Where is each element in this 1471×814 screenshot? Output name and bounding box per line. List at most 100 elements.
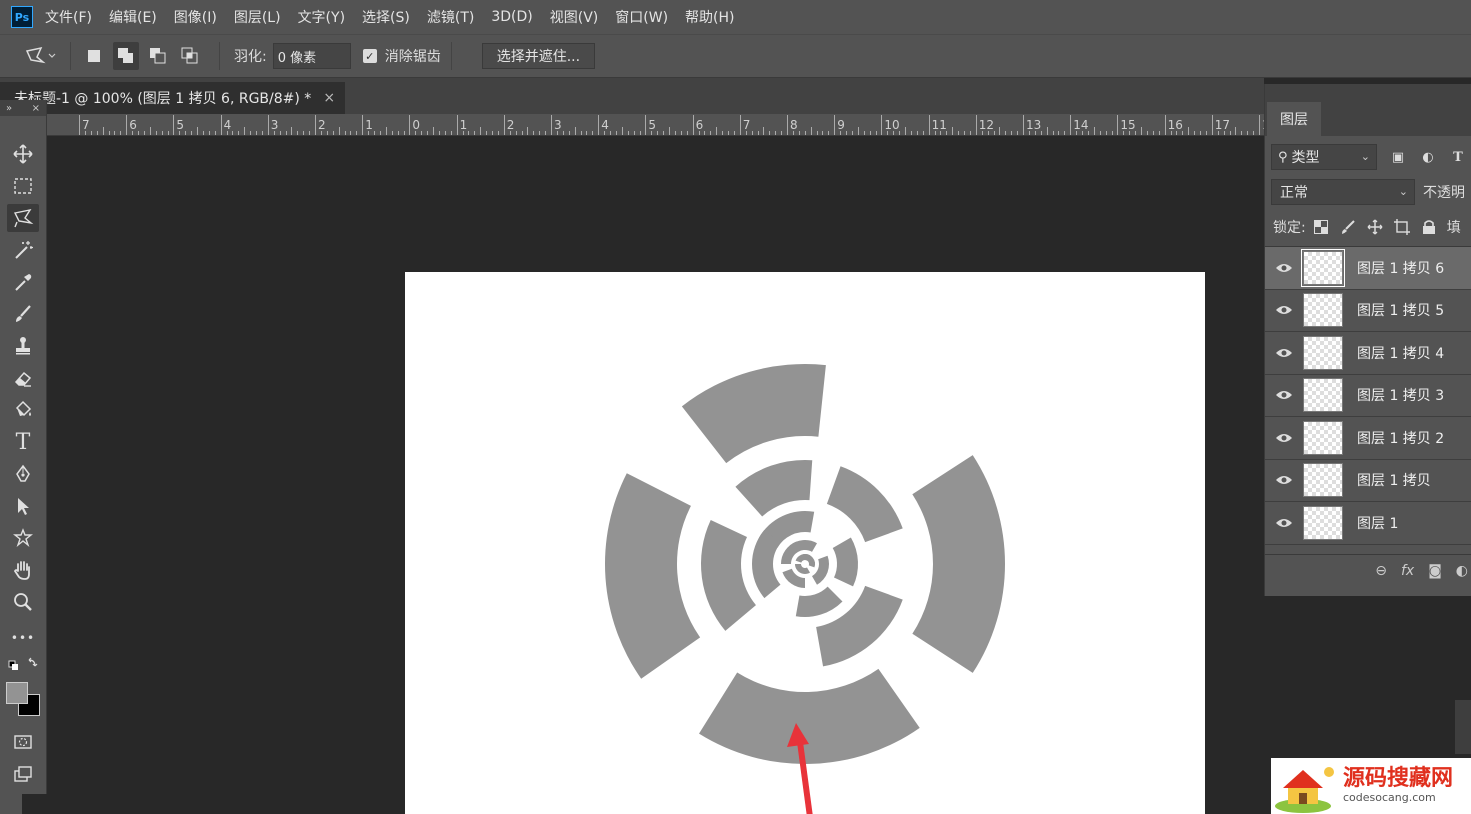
ruler-major-tick <box>79 115 80 135</box>
magic-wand-tool[interactable] <box>7 236 39 264</box>
layer-thumbnail <box>1303 335 1343 370</box>
spiral-segment <box>795 554 810 563</box>
foreground-color-swatch[interactable] <box>6 682 28 704</box>
layer-row[interactable]: 图层 1 <box>1265 502 1471 545</box>
default-colors-button[interactable] <box>7 656 39 674</box>
menu-type[interactable]: 文字(Y) <box>298 7 345 27</box>
adjustment-filter-icon[interactable]: ◐ <box>1419 148 1437 166</box>
zoom-tool[interactable] <box>7 588 39 616</box>
link-layers-icon[interactable]: ⊖ <box>1375 563 1387 579</box>
ruler-minor-tick <box>120 131 122 135</box>
ruler-minor-tick <box>138 131 139 135</box>
layer-row[interactable]: 图层 1 拷贝 6 <box>1265 247 1471 290</box>
more-tools-button[interactable]: ••• <box>7 624 39 652</box>
ruler-minor-tick <box>1052 131 1054 135</box>
ruler-minor-tick <box>1046 127 1048 135</box>
menu-help[interactable]: 帮助(H) <box>685 7 734 27</box>
ruler-label: 9 <box>837 118 845 132</box>
ruler-minor-tick <box>226 131 228 135</box>
layer-row[interactable]: 图层 1 拷贝 3 <box>1265 375 1471 417</box>
ruler-minor-tick <box>108 131 110 135</box>
screen-mode-button[interactable] <box>7 760 39 788</box>
ruler-minor-tick <box>1123 131 1125 135</box>
eyedropper-tool[interactable] <box>7 268 39 296</box>
lock-transparency-icon[interactable] <box>1312 218 1330 236</box>
visibility-eye-icon[interactable] <box>1265 432 1303 444</box>
marquee-tool[interactable] <box>7 172 39 200</box>
add-mask-icon[interactable]: ◙ <box>1428 563 1442 579</box>
ruler-minor-tick <box>379 131 381 135</box>
layers-tab[interactable]: 图层 <box>1267 102 1321 136</box>
menu-window[interactable]: 窗口(W) <box>615 7 668 27</box>
custom-shape-tool[interactable] <box>7 524 39 552</box>
paint-bucket-tool[interactable] <box>7 396 39 424</box>
blend-mode-dropdown[interactable]: 正常 ⌄ <box>1271 179 1415 205</box>
menu-file[interactable]: 文件(F) <box>45 7 92 27</box>
pen-tool[interactable] <box>7 460 39 488</box>
lock-position-icon[interactable] <box>1366 218 1384 236</box>
brush-tool[interactable] <box>7 300 39 328</box>
select-and-mask-button[interactable]: 选择并遮住... <box>481 43 596 69</box>
pixel-filter-icon[interactable]: ▣ <box>1389 148 1407 166</box>
ruler-minor-tick <box>545 131 547 135</box>
path-selection-tool[interactable] <box>7 492 39 520</box>
house-logo-icon <box>1275 767 1334 813</box>
type-filter-icon[interactable]: T <box>1449 148 1467 166</box>
layer-row[interactable]: 图层 1 拷贝 2 <box>1265 417 1471 460</box>
eraser-tool[interactable] <box>7 364 39 392</box>
ruler-minor-tick <box>208 131 210 135</box>
menu-select[interactable]: 选择(S) <box>362 7 410 27</box>
visibility-eye-icon[interactable] <box>1265 474 1303 486</box>
layer-row[interactable]: 图层 1 拷贝 4 <box>1265 332 1471 375</box>
menu-edit[interactable]: 编辑(E) <box>109 7 157 27</box>
new-selection-button[interactable] <box>81 42 107 70</box>
layer-row[interactable]: 图层 1 拷贝 <box>1265 460 1471 502</box>
visibility-eye-icon[interactable] <box>1265 389 1303 401</box>
menu-filter[interactable]: 滤镜(T) <box>427 7 474 27</box>
visibility-eye-icon[interactable] <box>1265 304 1303 316</box>
adjustment-layer-icon[interactable]: ◐ <box>1456 563 1468 579</box>
type-tool[interactable]: T <box>7 428 39 456</box>
intersect-selection-button[interactable] <box>177 42 203 70</box>
ruler-label: 0 <box>412 118 421 132</box>
menu-view[interactable]: 视图(V) <box>550 7 599 27</box>
visibility-eye-icon[interactable] <box>1265 517 1303 529</box>
spiral-segment <box>699 668 920 764</box>
lock-pixels-icon[interactable] <box>1339 218 1357 236</box>
move-tool[interactable] <box>7 140 39 168</box>
close-icon[interactable]: × <box>323 90 335 106</box>
menu-layer[interactable]: 图层(L) <box>234 7 281 27</box>
color-swatches[interactable] <box>6 682 40 718</box>
add-to-selection-button[interactable] <box>113 42 139 70</box>
collapsed-panel-strip[interactable] <box>1455 700 1471 754</box>
ruler-minor-tick <box>468 131 470 135</box>
hand-tool[interactable] <box>7 556 39 584</box>
tool-preset-picker[interactable] <box>20 41 60 71</box>
fx-icon[interactable]: fx <box>1401 563 1414 579</box>
layer-row[interactable]: 图层 1 拷贝 5 <box>1265 290 1471 332</box>
ruler-minor-tick <box>1005 131 1007 135</box>
filter-kind-dropdown[interactable]: ⚲ 类型 ⌄ <box>1271 144 1377 170</box>
menu-image[interactable]: 图像(I) <box>174 7 217 27</box>
visibility-eye-icon[interactable] <box>1265 262 1303 274</box>
lock-artboard-icon[interactable] <box>1393 218 1411 236</box>
new-selection-icon <box>88 50 100 62</box>
ruler-label: 6 <box>129 118 137 132</box>
quick-mask-button[interactable] <box>7 728 39 756</box>
document-canvas[interactable] <box>405 272 1205 814</box>
ruler-minor-tick <box>722 131 724 135</box>
antialias-checkbox[interactable]: ✓ 消除锯齿 <box>362 46 441 66</box>
clone-stamp-tool[interactable] <box>7 332 39 360</box>
lock-all-icon[interactable] <box>1420 218 1438 236</box>
menu-3d[interactable]: 3D(D) <box>491 9 532 25</box>
feather-input[interactable] <box>272 43 351 69</box>
checkbox-check-icon[interactable]: ✓ <box>362 49 377 63</box>
collapse-icon[interactable]: » <box>6 103 12 114</box>
options-divider <box>450 42 452 70</box>
polygonal-lasso-tool[interactable] <box>7 204 39 232</box>
close-icon[interactable]: × <box>32 103 40 114</box>
visibility-eye-icon[interactable] <box>1265 347 1303 359</box>
document-tab[interactable]: 未标题-1 @ 100% (图层 1 拷贝 6, RGB/8#) * × <box>0 82 345 114</box>
ruler-minor-tick <box>155 131 157 135</box>
subtract-selection-button[interactable] <box>145 42 171 70</box>
